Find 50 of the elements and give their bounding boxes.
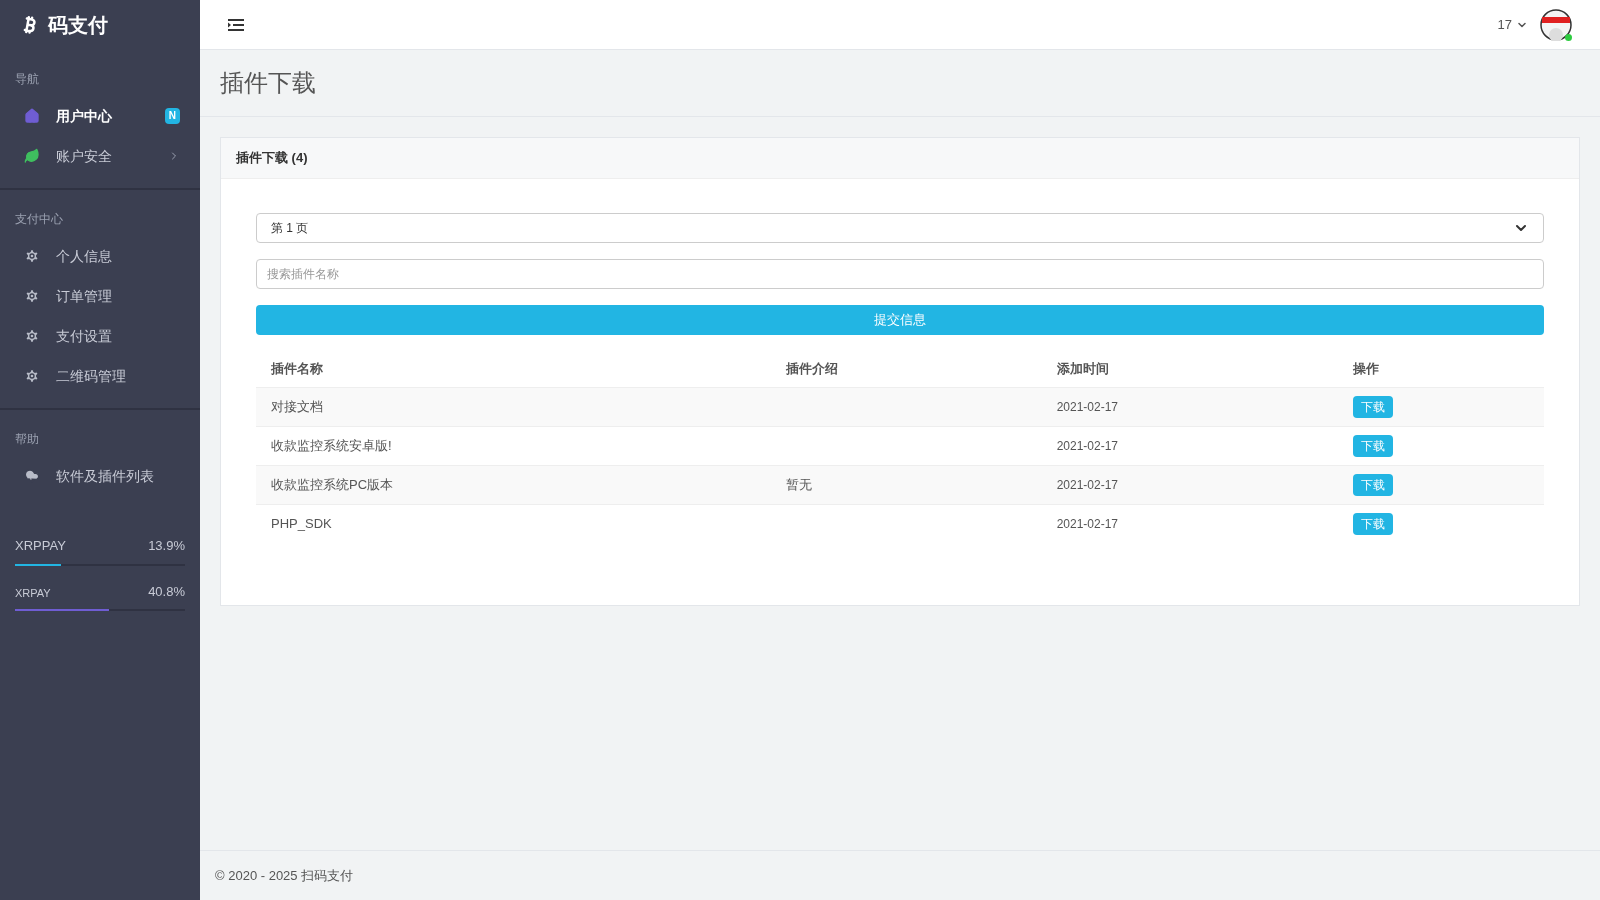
leaf-icon	[24, 148, 40, 164]
nav-item[interactable]: 订单管理	[0, 276, 200, 316]
settings-icon	[24, 328, 40, 344]
section-heading: 导航	[14, 71, 40, 88]
column-header: 操作	[1337, 351, 1544, 387]
nav-label: 二维码管理	[56, 366, 127, 386]
search-field[interactable]: 搜索插件名称	[256, 259, 1544, 289]
nav-item[interactable]: 二维码管理	[0, 356, 200, 396]
user-menu[interactable]: 17	[1497, 14, 1528, 35]
nav-item[interactable]: 个人信息	[0, 236, 200, 276]
card-title: 插件下载 (4)	[236, 149, 308, 168]
table-cell: 2021-02-17	[1056, 516, 1119, 531]
column-header: 添加时间	[1041, 351, 1338, 387]
new-badge: N	[164, 108, 180, 124]
table-cell: 暂无	[786, 476, 813, 492]
nav-label: 个人信息	[56, 246, 113, 266]
meter-reading: 40.8%	[148, 582, 185, 601]
nav-label: 订单管理	[56, 286, 113, 306]
table-cell: PHP_SDK	[271, 516, 332, 531]
section-heading: 帮助	[14, 431, 40, 448]
home-icon	[24, 108, 40, 124]
menu-icon[interactable]	[228, 17, 244, 32]
nav-item[interactable]: 用户中心 N	[0, 96, 200, 136]
section-heading: 支付中心	[14, 211, 64, 228]
nav-item[interactable]: 账户安全	[0, 136, 200, 176]
nav-label: 用户中心	[56, 106, 113, 126]
settings-icon	[24, 288, 40, 304]
column-header: 插件介绍	[771, 351, 1042, 387]
nav-item[interactable]: 支付设置	[0, 316, 200, 356]
meter-reading: 13.9%	[148, 537, 185, 555]
footer: © 2020 - 2025 扫码支付	[200, 850, 1600, 900]
nav-label: 账户安全	[56, 146, 113, 166]
table-cell: 收款监控系统PC版本	[271, 476, 394, 492]
page-title: 插件下载	[220, 68, 316, 98]
table-cell: 2021-02-17	[1056, 477, 1119, 492]
table-cell: 收款监控系统安卓版!	[271, 437, 392, 453]
settings-icon	[24, 248, 40, 264]
avatar[interactable]	[1540, 8, 1572, 41]
nav-label: 软件及插件列表	[56, 466, 155, 486]
column-header: 插件名称	[256, 351, 772, 387]
meter-label: XRPAY	[15, 585, 51, 601]
table-cell: 对接文档	[271, 398, 323, 414]
settings-icon	[24, 368, 40, 384]
brand-name: 码支付	[48, 13, 108, 38]
table-cell: 2021-02-17	[1056, 438, 1119, 453]
page-select[interactable]: 第 1 页	[256, 213, 1544, 243]
nav-item[interactable]: 软件及插件列表	[0, 456, 200, 496]
nav-label: 支付设置	[56, 326, 113, 346]
table-cell: 2021-02-17	[1056, 399, 1119, 414]
meter-label: XRPPAY	[15, 537, 66, 555]
